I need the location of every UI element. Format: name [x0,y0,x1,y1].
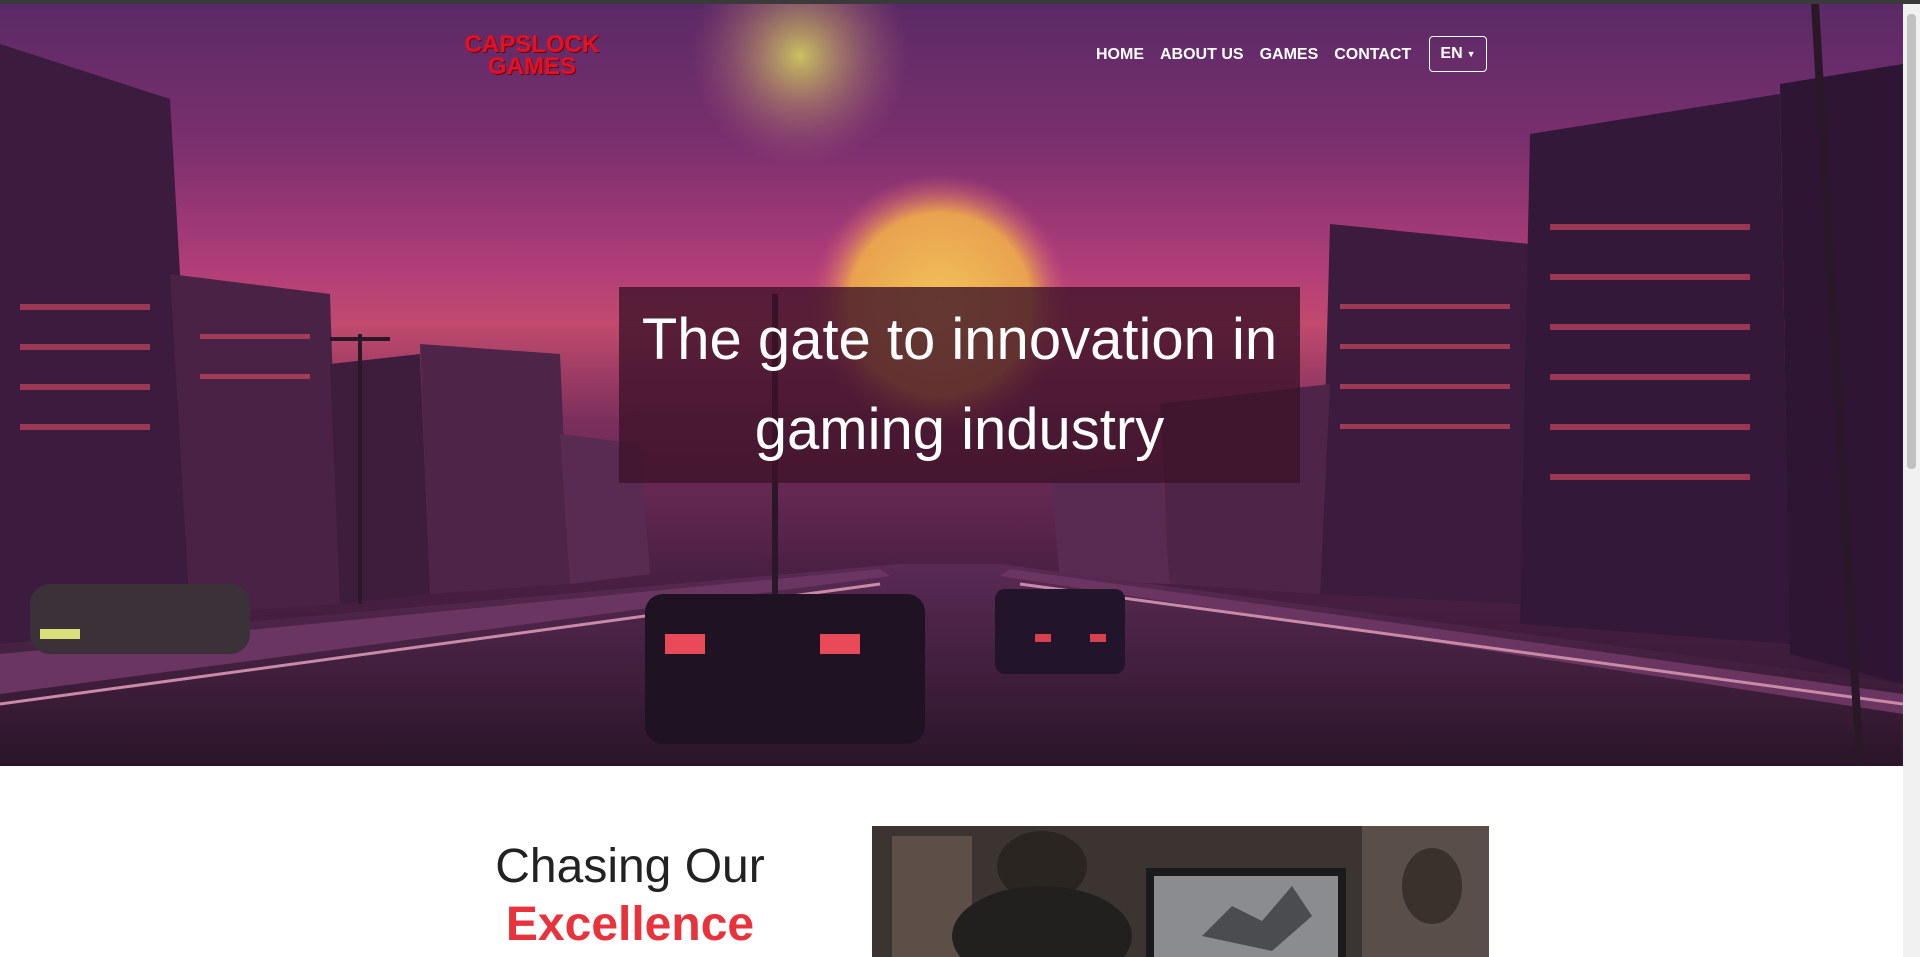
main-navigation: HOME ABOUT US GAMES CONTACT [1096,45,1427,65]
hero-banner: CAPSLOCK GAMES HOME ABOUT US GAMES CONTA… [0,4,1903,766]
brand-logo[interactable]: CAPSLOCK GAMES [462,33,602,80]
nav-link-about-us[interactable]: ABOUT US [1160,45,1244,65]
hero-headline-line1: The gate to innovation in [641,307,1278,372]
caret-down-icon: ▼ [1466,49,1476,59]
vertical-scrollbar[interactable] [1903,4,1920,957]
section-heading: Chasing Our Excellence [440,838,820,954]
studio-photo-image [872,826,1489,957]
hero-headline-box: The gate to innovation in gaming industr… [619,287,1300,483]
nav-link-contact[interactable]: CONTACT [1334,45,1411,65]
scrollbar-thumb[interactable] [1907,14,1916,469]
section-heading-line1: Chasing Our [495,840,765,893]
language-dropdown-button[interactable]: EN ▼ [1429,36,1487,72]
hero-headline: The gate to innovation in gaming industr… [642,295,1277,475]
nav-link-home[interactable]: HOME [1096,45,1144,65]
language-label: EN [1440,45,1463,62]
brand-logo-line2: GAMES [487,53,576,80]
studio-photo [872,826,1489,957]
section-heading-line2: Excellence [505,898,755,951]
hero-headline-line2: gaming industry [754,397,1165,462]
nav-link-games[interactable]: GAMES [1260,45,1319,65]
